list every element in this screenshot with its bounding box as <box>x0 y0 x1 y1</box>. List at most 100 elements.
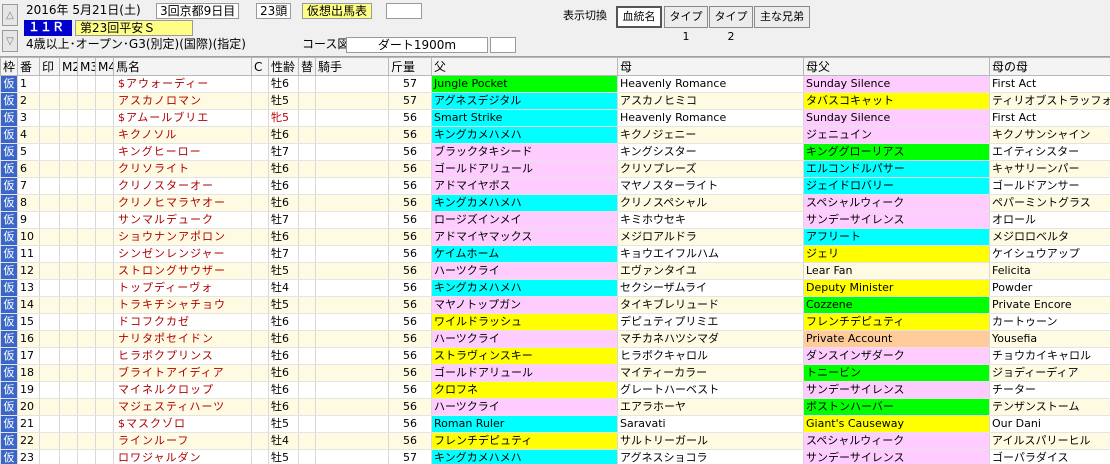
m4-cell[interactable] <box>95 347 114 365</box>
m2-cell[interactable] <box>59 92 78 110</box>
m2-cell[interactable] <box>59 262 78 280</box>
horse-name[interactable]: ヒラボクプリンス <box>113 347 252 365</box>
table-row[interactable]: 仮 21 $マスクゾロ 牡5 56 Roman Ruler Saravati Giant's … <box>0 415 1110 433</box>
m3-cell[interactable] <box>77 415 96 433</box>
mark-cell[interactable] <box>39 228 60 246</box>
m4-cell[interactable] <box>95 415 114 433</box>
m4-cell[interactable] <box>95 381 114 399</box>
horse-name[interactable]: ナリタポセイドン <box>113 330 252 348</box>
table-row[interactable]: 仮 2 アスカノロマン 牡5 57 アグネスデジタル アスカノヒミコ タバスコキャット ティリオ… <box>0 92 1110 110</box>
m2-cell[interactable] <box>59 381 78 399</box>
horse-name[interactable]: キクノソル <box>113 126 252 144</box>
table-row[interactable]: 仮 4 キクノソル 牡6 56 キングカメハメハ キクノジェニー ジェニュイン キクノサンシャイ… <box>0 126 1110 144</box>
mark-cell[interactable] <box>39 109 60 127</box>
horse-name[interactable]: $アムールブリエ <box>113 109 252 127</box>
col-header-m2[interactable]: M2 <box>59 57 78 76</box>
prev-race-button[interactable]: △ <box>2 4 18 26</box>
table-row[interactable]: 仮 23 ロワジャルダン 牡5 57 キングカメハメハ アグネスショコラ サンデーサイレンスゴ… <box>0 449 1110 464</box>
horse-name[interactable]: アスカノロマン <box>113 92 252 110</box>
col-header-sire[interactable]: 父 <box>431 57 618 76</box>
m4-cell[interactable] <box>95 398 114 416</box>
table-row[interactable]: 仮 14 トラキチシャチョウ 牡5 56 マヤノトップガン タイキブレリュード Cozzene… <box>0 296 1110 314</box>
m2-cell[interactable] <box>59 211 78 229</box>
m4-cell[interactable] <box>95 279 114 297</box>
horse-name[interactable]: ロワジャルダン <box>113 449 252 464</box>
m2-cell[interactable] <box>59 398 78 416</box>
m3-cell[interactable] <box>77 364 96 382</box>
m2-cell[interactable] <box>59 160 78 178</box>
table-row[interactable]: 仮 11 シンゼンレンジャー 牡7 56 ケイムホーム キョウエイフルハム ジェリ ケイシュウア… <box>0 245 1110 263</box>
col-header-jockey[interactable]: 騎手 <box>315 57 389 76</box>
horse-name[interactable]: クリノスターオー <box>113 177 252 195</box>
col-header-mark[interactable]: 印 <box>39 57 60 76</box>
mark-cell[interactable] <box>39 347 60 365</box>
m3-cell[interactable] <box>77 160 96 178</box>
mark-cell[interactable] <box>39 364 60 382</box>
m4-cell[interactable] <box>95 75 114 93</box>
m4-cell[interactable] <box>95 228 114 246</box>
horse-name[interactable]: クリソライト <box>113 160 252 178</box>
m3-cell[interactable] <box>77 75 96 93</box>
table-row[interactable]: 仮 7 クリノスターオー 牡6 56 アドマイヤボス マヤノスターライト ジェイドロバリー ゴー… <box>0 177 1110 195</box>
col-header-c[interactable]: C <box>251 57 269 76</box>
col-header-m3[interactable]: M3 <box>77 57 96 76</box>
horse-name[interactable]: マイネルクロップ <box>113 381 252 399</box>
m2-cell[interactable] <box>59 143 78 161</box>
m4-cell[interactable] <box>95 109 114 127</box>
m4-cell[interactable] <box>95 364 114 382</box>
horse-name[interactable]: サンマルデューク <box>113 211 252 229</box>
m3-cell[interactable] <box>77 143 96 161</box>
mark-cell[interactable] <box>39 432 60 450</box>
siblings-button[interactable]: 主な兄弟 <box>754 6 810 28</box>
m3-cell[interactable] <box>77 347 96 365</box>
mark-cell[interactable] <box>39 126 60 144</box>
m4-cell[interactable] <box>95 245 114 263</box>
m2-cell[interactable] <box>59 296 78 314</box>
table-row[interactable]: 仮 6 クリソライト 牡6 56 ゴールドアリュール クリソプレーズ エルコンドルパサー キャサ… <box>0 160 1110 178</box>
course-map-link[interactable]: コース図 <box>300 37 351 53</box>
col-header-number[interactable]: 番 <box>17 57 40 76</box>
horse-name[interactable]: $マスクゾロ <box>113 415 252 433</box>
m4-cell[interactable] <box>95 143 114 161</box>
col-header-dam[interactable]: 母 <box>617 57 804 76</box>
m4-cell[interactable] <box>95 177 114 195</box>
m3-cell[interactable] <box>77 449 96 464</box>
table-row[interactable]: 仮 5 キングヒーロー 牡7 56 ブラックタキシード キングシスター キンググローリアス エイ… <box>0 143 1110 161</box>
col-header-dam-dam[interactable]: 母の母 <box>989 57 1110 76</box>
m3-cell[interactable] <box>77 126 96 144</box>
horse-name[interactable]: ラインルーフ <box>113 432 252 450</box>
m3-cell[interactable] <box>77 109 96 127</box>
m4-cell[interactable] <box>95 330 114 348</box>
m4-cell[interactable] <box>95 126 114 144</box>
m2-cell[interactable] <box>59 75 78 93</box>
horse-name[interactable]: $アウォーディー <box>113 75 252 93</box>
m4-cell[interactable] <box>95 194 114 212</box>
mark-cell[interactable] <box>39 160 60 178</box>
horse-name[interactable]: シンゼンレンジャー <box>113 245 252 263</box>
mark-cell[interactable] <box>39 92 60 110</box>
m3-cell[interactable] <box>77 92 96 110</box>
m3-cell[interactable] <box>77 279 96 297</box>
m4-cell[interactable] <box>95 211 114 229</box>
horse-name[interactable]: トラキチシャチョウ <box>113 296 252 314</box>
table-row[interactable]: 仮 1 $アウォーディー 牡6 57 Jungle Pocket Heavenly Roma… <box>0 75 1110 93</box>
col-header-horse-name[interactable]: 馬名 <box>113 57 252 76</box>
m3-cell[interactable] <box>77 296 96 314</box>
mark-cell[interactable] <box>39 262 60 280</box>
pedigree-name-button[interactable]: 血統名 <box>616 6 662 28</box>
m2-cell[interactable] <box>59 330 78 348</box>
next-race-button[interactable]: ▽ <box>2 30 18 52</box>
m4-cell[interactable] <box>95 92 114 110</box>
col-header-frame[interactable]: 枠 <box>0 57 18 76</box>
table-row[interactable]: 仮 18 ブライトアイディア 牡6 56 ゴールドアリュール マイティーカラー トニービン ジョ… <box>0 364 1110 382</box>
m3-cell[interactable] <box>77 177 96 195</box>
m3-cell[interactable] <box>77 211 96 229</box>
mark-cell[interactable] <box>39 143 60 161</box>
m2-cell[interactable] <box>59 194 78 212</box>
table-row[interactable]: 仮 16 ナリタポセイドン 牡6 56 ハーツクライ マチカネハツシマダ Private Ac… <box>0 330 1110 348</box>
type1-button[interactable]: タイプ1 <box>664 6 708 43</box>
mark-cell[interactable] <box>39 75 60 93</box>
table-row[interactable]: 仮 19 マイネルクロップ 牡6 56 クロフネ グレートハーベスト サンデーサイレンス チータ… <box>0 381 1110 399</box>
mark-cell[interactable] <box>39 415 60 433</box>
m4-cell[interactable] <box>95 160 114 178</box>
